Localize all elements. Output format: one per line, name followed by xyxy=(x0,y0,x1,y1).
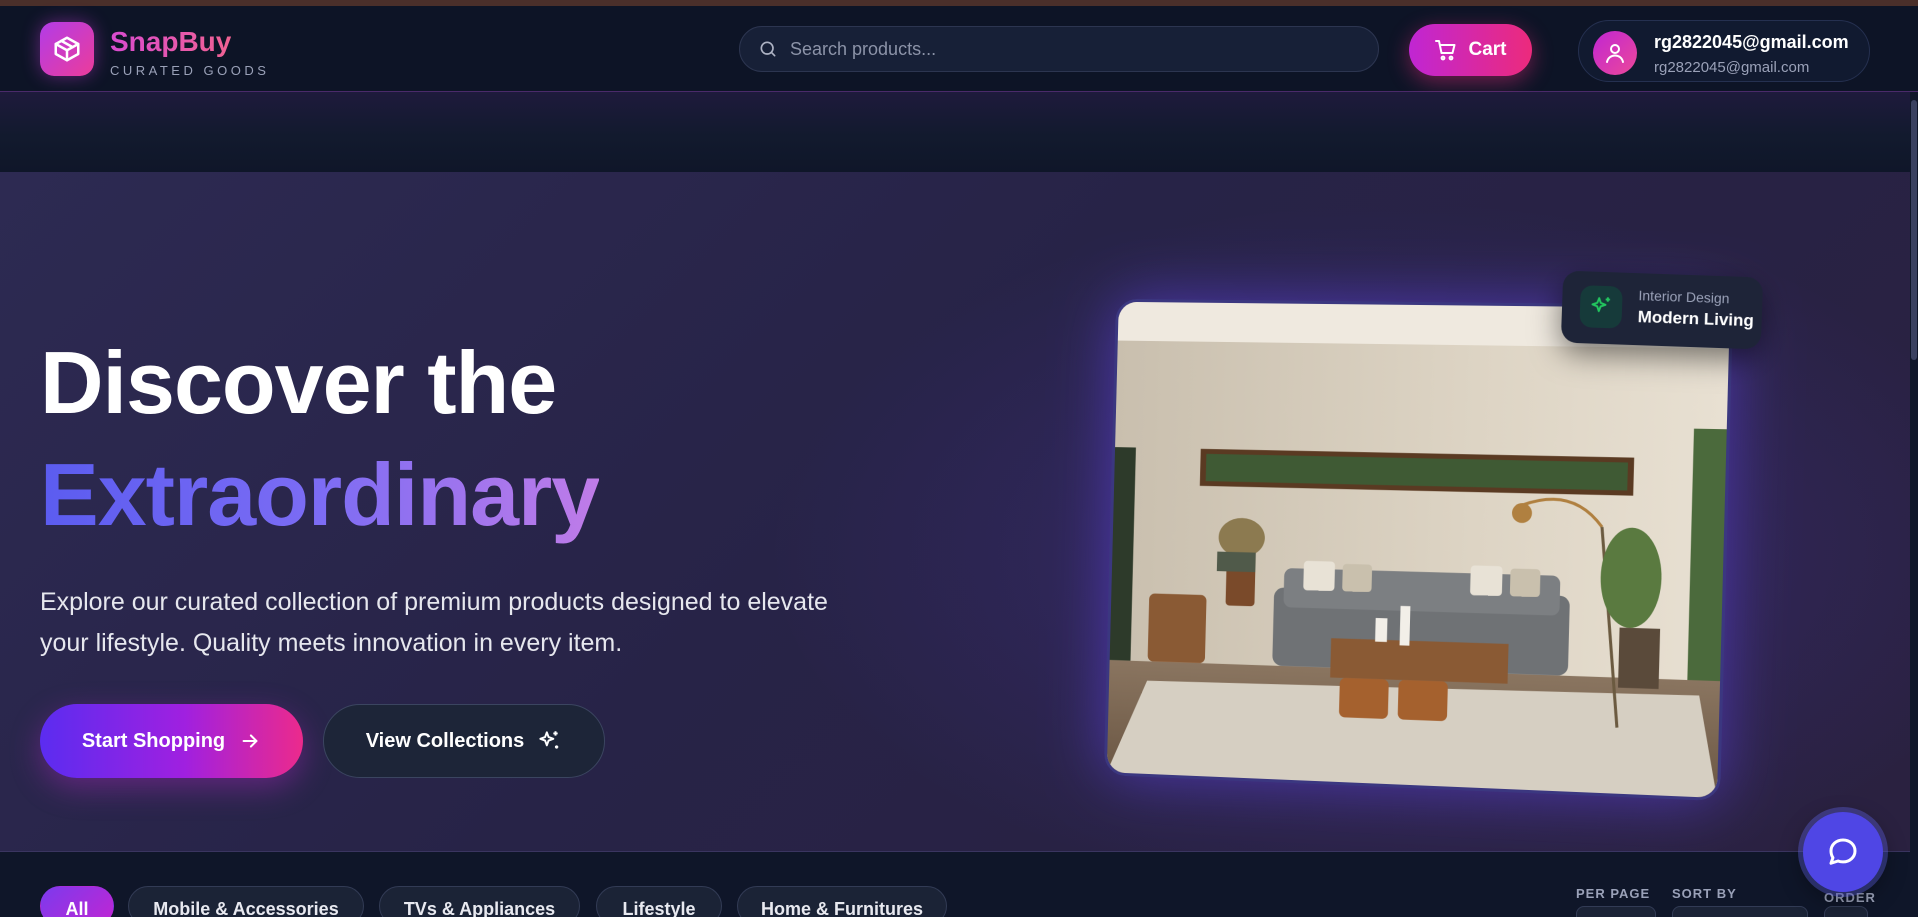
page-scrollbar-thumb[interactable] xyxy=(1911,100,1917,360)
hero-title-line2: Extraordinary xyxy=(40,445,600,544)
chat-button[interactable] xyxy=(1803,812,1883,892)
chat-bubble-icon xyxy=(1829,838,1857,865)
user-email: rg2822045@gmail.com xyxy=(1654,59,1810,76)
category-chip-mobile[interactable]: Mobile & Accessories xyxy=(128,886,364,917)
user-icon xyxy=(1606,44,1624,63)
badge-label: Interior Design xyxy=(1638,287,1730,307)
site-header: SnapBuy CURATED GOODS Cart rg2822045@gma… xyxy=(0,6,1918,92)
per-page-label: PER PAGE xyxy=(1576,886,1651,901)
search-input[interactable] xyxy=(790,38,1350,60)
view-collections-button[interactable]: View Collections xyxy=(323,704,605,778)
start-shopping-label: Start Shopping xyxy=(81,729,226,752)
badge-title: Modern Living xyxy=(1637,307,1755,331)
cart-button[interactable]: Cart xyxy=(1409,24,1532,76)
hero-description: Explore our curated collection of premiu… xyxy=(40,588,828,657)
arrow-right-icon xyxy=(242,734,258,748)
category-filter-bar: All Mobile & Accessories TVs & Appliance… xyxy=(0,852,1918,917)
category-chip-lifestyle[interactable]: Lifestyle xyxy=(596,886,722,917)
avatar[interactable] xyxy=(1593,31,1637,75)
sparkles-icon xyxy=(1591,297,1611,313)
category-chip-tvs[interactable]: TVs & Appliances xyxy=(379,886,580,917)
search-bar[interactable] xyxy=(739,26,1379,72)
logo[interactable] xyxy=(40,22,94,76)
category-chip-home[interactable]: Home & Furnitures xyxy=(737,886,947,917)
badge-icon-box xyxy=(1579,285,1623,329)
hero-section: Discover the Extraordinary Explore our c… xyxy=(0,172,1918,852)
sort-by-select[interactable] xyxy=(1672,906,1808,917)
category-chip-all[interactable]: All xyxy=(40,886,114,917)
per-page-select[interactable] xyxy=(1576,906,1656,917)
user-profile[interactable]: rg2822045@gmail.com rg2822045@gmail.com xyxy=(1578,20,1870,82)
hero-title-line1: Discover the xyxy=(40,333,557,432)
brand-name[interactable]: SnapBuy xyxy=(110,26,231,58)
cart-icon xyxy=(1435,40,1456,61)
order-label: ORDER xyxy=(1824,890,1876,905)
interior-design-badge: Interior Design Modern Living xyxy=(1560,270,1764,350)
search-icon xyxy=(760,41,776,57)
sparkles-icon xyxy=(539,731,559,749)
package-icon xyxy=(54,36,80,62)
header-glow-band xyxy=(0,92,1918,172)
view-collections-label: View Collections xyxy=(365,729,525,752)
user-name: rg2822045@gmail.com xyxy=(1654,32,1849,52)
hero-image-living-room xyxy=(1103,298,1734,802)
cart-label: Cart xyxy=(1468,39,1507,60)
sort-by-label: SORT BY xyxy=(1672,886,1737,901)
brand-tagline: CURATED GOODS xyxy=(110,63,270,78)
order-toggle[interactable] xyxy=(1824,906,1868,917)
start-shopping-button[interactable]: Start Shopping xyxy=(40,704,303,778)
